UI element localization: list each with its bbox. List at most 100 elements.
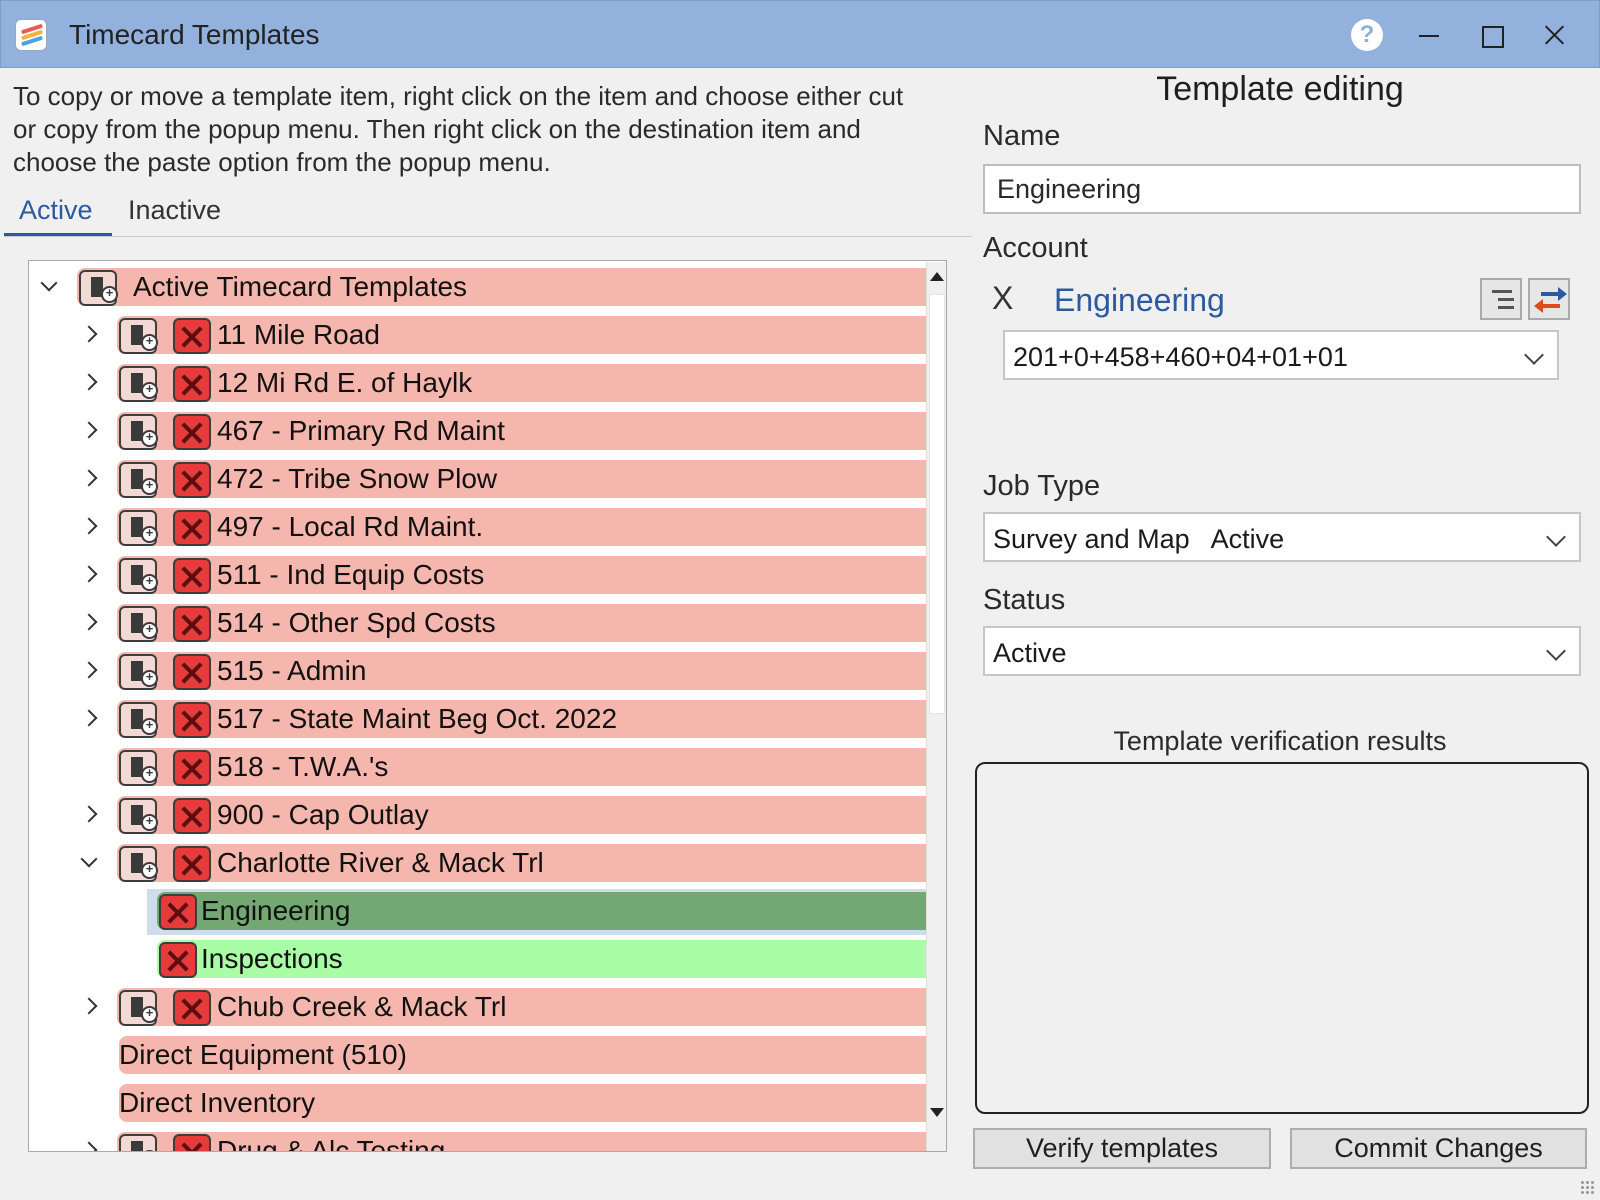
chevron-right-icon[interactable] (81, 709, 101, 729)
minimize-button[interactable] (1409, 15, 1449, 55)
status-dropdown[interactable]: Active (983, 626, 1581, 676)
tree-item-label: Direct Inventory (119, 1087, 316, 1118)
red-x-delete-icon[interactable] (173, 462, 211, 498)
red-x-delete-icon[interactable] (173, 558, 211, 594)
document-plus-icon[interactable] (119, 510, 158, 546)
tree-item[interactable]: 11 Mile Road (29, 311, 934, 359)
red-x-delete-icon[interactable] (173, 414, 211, 450)
chevron-down-icon[interactable] (79, 853, 99, 873)
account-number-dropdown[interactable]: 201+0+458+460+04+01+01 (1003, 330, 1559, 380)
tree-item[interactable]: 497 - Local Rd Maint. (29, 503, 934, 551)
tree-item-label: 514 - Other Spd Costs (217, 607, 496, 638)
app-icon (15, 19, 47, 51)
red-x-delete-icon[interactable] (173, 318, 211, 354)
job-type-dropdown[interactable]: Survey and Map Active (983, 512, 1581, 562)
red-x-delete-icon[interactable] (159, 942, 197, 978)
tree-scrollbar[interactable] (926, 262, 946, 1151)
account-clear-button[interactable]: X (992, 280, 1013, 317)
tree-item[interactable]: 12 Mi Rd E. of Haylk (29, 359, 934, 407)
chevron-right-icon[interactable] (81, 565, 101, 585)
tree-item[interactable]: 517 - State Maint Beg Oct. 2022 (29, 695, 934, 743)
tree-item-label: 518 - T.W.A.'s (217, 751, 389, 782)
scroll-up-button[interactable] (927, 264, 946, 292)
red-x-delete-icon[interactable] (173, 750, 211, 786)
tree-item[interactable]: 515 - Admin (29, 647, 934, 695)
maximize-button[interactable] (1471, 15, 1511, 55)
tree-item[interactable]: Charlotte River & Mack Trl (29, 839, 934, 887)
tree-item[interactable]: Drug & Alc Testing (29, 1127, 934, 1152)
document-plus-icon[interactable] (119, 366, 158, 402)
chevron-right-icon[interactable] (81, 997, 101, 1017)
resize-grip[interactable] (1580, 1180, 1596, 1196)
tree-item[interactable]: 518 - T.W.A.'s (29, 743, 934, 791)
chevron-right-icon[interactable] (81, 373, 101, 393)
template-tree[interactable]: Active Timecard Templates 11 Mile Road 12 … (28, 260, 947, 1152)
chevron-right-icon[interactable] (81, 517, 101, 537)
tree-item-label: 12 Mi Rd E. of Haylk (217, 367, 473, 398)
red-x-delete-icon[interactable] (173, 702, 211, 738)
close-button[interactable] (1534, 15, 1574, 55)
tree-item[interactable]: 467 - Primary Rd Maint (29, 407, 934, 455)
tree-child-item[interactable]: Engineering (29, 887, 937, 935)
document-plus-icon[interactable] (119, 1134, 158, 1151)
status-value: Active (993, 638, 1067, 668)
red-x-delete-icon[interactable] (159, 894, 197, 930)
tree-item[interactable]: Direct Equipment (510) (29, 1031, 934, 1079)
tree-item-label: Inspections (201, 943, 343, 974)
red-x-delete-icon[interactable] (173, 990, 211, 1026)
document-plus-icon[interactable] (119, 798, 158, 834)
status-label: Status (983, 584, 1066, 616)
document-plus-icon[interactable] (119, 558, 158, 594)
name-input[interactable]: Engineering (983, 164, 1581, 214)
chevron-down-icon[interactable] (39, 277, 59, 297)
verify-templates-button[interactable]: Verify templates (973, 1128, 1271, 1169)
job-type-label: Job Type (983, 470, 1101, 502)
chevron-right-icon[interactable] (81, 325, 101, 345)
document-plus-icon[interactable] (119, 318, 158, 354)
document-plus-icon[interactable] (119, 750, 158, 786)
chevron-right-icon[interactable] (81, 421, 101, 441)
chevron-right-icon[interactable] (81, 469, 101, 489)
document-plus-icon[interactable] (119, 414, 158, 450)
tree-item-label: 472 - Tribe Snow Plow (217, 463, 498, 494)
tree-item[interactable]: 511 - Ind Equip Costs (29, 551, 934, 599)
red-x-delete-icon[interactable] (173, 846, 211, 882)
tree-item-label: Drug & Alc Testing (217, 1135, 446, 1152)
tree-item[interactable]: Direct Inventory (29, 1079, 934, 1127)
document-plus-icon[interactable] (119, 702, 158, 738)
chevron-right-icon[interactable] (81, 805, 101, 825)
tree-item[interactable]: 514 - Other Spd Costs (29, 599, 934, 647)
account-name-link[interactable]: Engineering (1054, 282, 1225, 319)
chevron-right-icon[interactable] (81, 613, 101, 633)
tree-root[interactable]: Active Timecard Templates (29, 263, 934, 311)
tree-item[interactable]: Chub Creek & Mack Trl (29, 983, 934, 1031)
document-plus-icon[interactable] (119, 846, 158, 882)
document-plus-icon[interactable] (119, 654, 158, 690)
red-x-delete-icon[interactable] (173, 510, 211, 546)
tree-item[interactable]: 900 - Cap Outlay (29, 791, 934, 839)
tree-list-icon[interactable] (1480, 278, 1522, 320)
scroll-thumb[interactable] (929, 294, 945, 714)
tree-child-item[interactable]: Inspections (29, 935, 934, 983)
chevron-right-icon[interactable] (81, 661, 101, 681)
tab-active[interactable]: Active (4, 192, 112, 236)
scroll-down-button[interactable] (927, 1100, 946, 1128)
document-plus-icon[interactable] (119, 462, 158, 498)
red-x-delete-icon[interactable] (173, 606, 211, 642)
tree-item-label: Active Timecard Templates (133, 271, 468, 302)
red-x-delete-icon[interactable] (173, 1134, 211, 1151)
tree-item-label: Engineering (201, 895, 351, 926)
editor-title: Template editing (1156, 70, 1404, 108)
chevron-right-icon[interactable] (81, 1141, 101, 1151)
swap-arrows-icon[interactable] (1528, 278, 1570, 320)
commit-changes-button[interactable]: Commit Changes (1290, 1128, 1587, 1169)
tab-inactive[interactable]: Inactive (128, 192, 221, 236)
red-x-delete-icon[interactable] (173, 654, 211, 690)
red-x-delete-icon[interactable] (173, 798, 211, 834)
red-x-delete-icon[interactable] (173, 366, 211, 402)
document-plus-icon[interactable] (79, 270, 118, 306)
help-button[interactable]: ? (1351, 19, 1383, 51)
document-plus-icon[interactable] (119, 606, 158, 642)
document-plus-icon[interactable] (119, 990, 158, 1026)
tree-item[interactable]: 472 - Tribe Snow Plow (29, 455, 934, 503)
